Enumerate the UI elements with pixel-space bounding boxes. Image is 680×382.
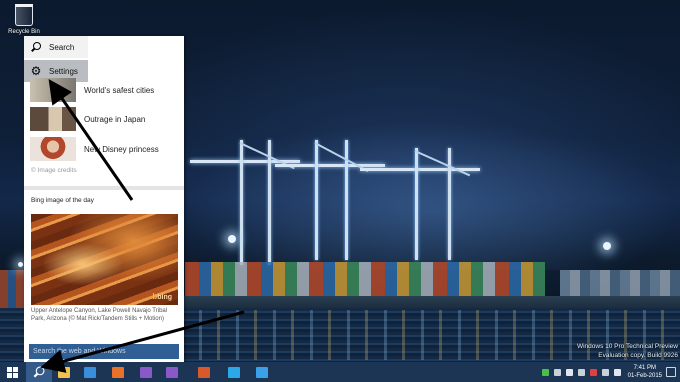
annotation-arrows (40, 79, 245, 373)
arrow-to-settings (48, 79, 134, 201)
arrow-to-taskbar-search (40, 310, 245, 373)
